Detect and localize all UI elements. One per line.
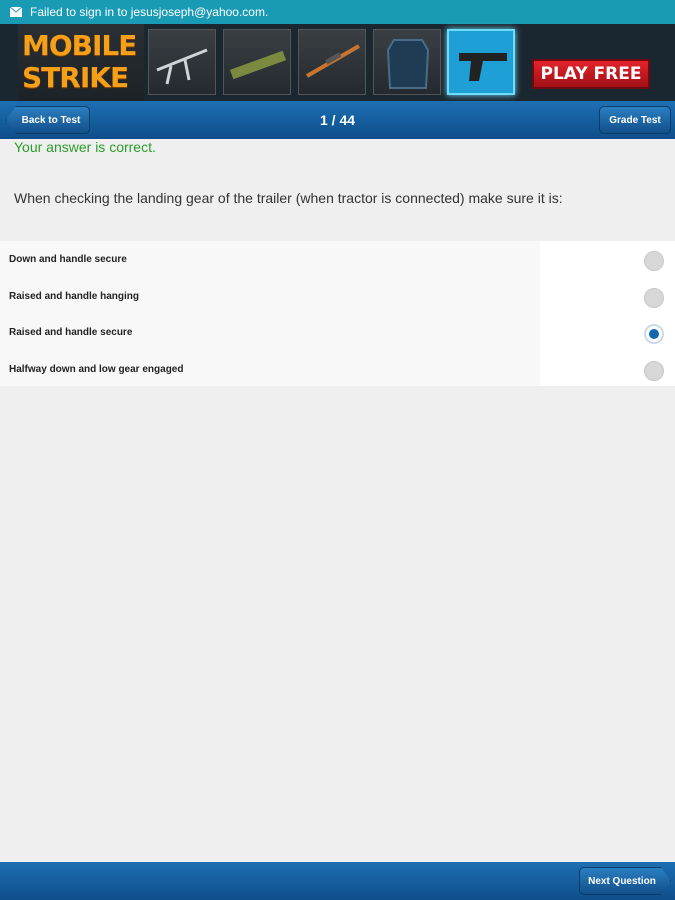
ad-logo-line2: STRIKE <box>22 61 129 94</box>
nav-bar: Back to Test 1 / 44 Grade Test <box>0 101 675 139</box>
option-radio[interactable] <box>644 361 664 381</box>
next-question-button[interactable]: Next Question <box>579 867 671 895</box>
question-text: When checking the landing gear of the tr… <box>14 190 563 206</box>
ad-banner[interactable]: MOBILE STRIKE PLAY FREE <box>0 24 675 124</box>
mail-icon <box>10 7 22 17</box>
option-label: Raised and handle hanging <box>9 291 140 302</box>
body-armor-icon[interactable] <box>373 29 441 95</box>
option-3[interactable]: Raised and handle secure <box>0 317 675 353</box>
sniper-rifle-icon[interactable] <box>298 29 366 95</box>
bottom-bar: Next Question <box>0 862 675 900</box>
option-radio[interactable] <box>644 288 664 308</box>
rifle-icon[interactable] <box>148 29 216 95</box>
question-counter: 1 / 44 <box>319 112 356 128</box>
status-bar: Failed to sign in to jesusjoseph@yahoo.c… <box>0 0 675 24</box>
grade-test-button[interactable]: Grade Test <box>599 106 671 134</box>
rocket-launcher-icon[interactable] <box>223 29 291 95</box>
answer-feedback: Your answer is correct. <box>14 139 156 155</box>
ad-logo[interactable]: MOBILE STRIKE <box>18 24 144 101</box>
ad-logo-line1: MOBILE <box>22 29 137 62</box>
option-radio[interactable] <box>644 251 664 271</box>
play-free-button[interactable]: PLAY FREE <box>532 59 650 89</box>
option-label: Halfway down and low gear engaged <box>9 364 184 375</box>
option-label: Raised and handle secure <box>9 327 133 338</box>
answer-options: Down and handle secure Raised and handle… <box>0 241 675 386</box>
status-message: Failed to sign in to jesusjoseph@yahoo.c… <box>30 5 269 19</box>
option-1[interactable]: Down and handle secure <box>0 244 675 280</box>
option-radio-selected[interactable] <box>644 324 664 344</box>
option-label: Down and handle secure <box>9 254 127 265</box>
option-2[interactable]: Raised and handle hanging <box>0 281 675 317</box>
pistol-icon[interactable] <box>447 29 515 95</box>
back-to-test-button[interactable]: Back to Test <box>6 106 90 134</box>
option-4[interactable]: Halfway down and low gear engaged <box>0 354 675 390</box>
